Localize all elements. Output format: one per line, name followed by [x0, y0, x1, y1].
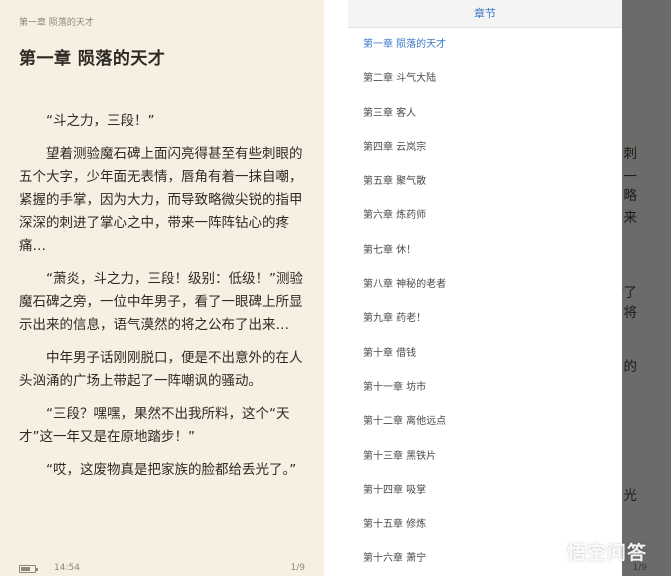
chapter-title: 第一章 陨落的天才	[19, 49, 166, 69]
page-indicator: 1/9	[290, 563, 305, 573]
text-fragment: 的	[623, 359, 638, 375]
text-fragment: 来	[623, 210, 638, 226]
text-fragment: 略	[623, 188, 638, 204]
text-fragment: 将	[623, 305, 638, 321]
chapter-item[interactable]: 第七章 休！	[348, 234, 622, 268]
chapter-item[interactable]: 第十四章 吸掌	[348, 474, 622, 508]
chapter-item[interactable]: 第十三章 黑铁片	[348, 440, 622, 474]
chapter-body: “斗之力，三段！” 望着测验魔石碑上面闪亮得甚至有些刺眼的五个大字，少年面无表情…	[19, 110, 309, 492]
chapter-item[interactable]: 第九章 药老！	[348, 302, 622, 336]
watermark: ◕‿◕ 悟空问答	[536, 538, 648, 564]
paragraph: “哎，这废物真是把家族的脸都给丢光了。”	[46, 462, 297, 478]
chapter-breadcrumb: 第一章 陨落的天才	[19, 18, 94, 28]
chapter-item[interactable]: 第四章 云岚宗	[348, 131, 622, 165]
chapter-item[interactable]: 第六章 炼药师	[348, 199, 622, 233]
reader-page[interactable]: 第一章 陨落的天才 第一章 陨落的天才 “斗之力，三段！” 望着测验魔石碑上面闪…	[0, 0, 324, 576]
chapter-item[interactable]: 第十一章 坊市	[348, 371, 622, 405]
chapter-item[interactable]: 第十章 借钱	[348, 337, 622, 371]
chapter-list-header: 章节	[348, 0, 622, 28]
wukong-logo-icon: ◕‿◕	[536, 538, 564, 564]
chapter-list-drawer: 章节 第一章 陨落的天才 第二章 斗气大陆 第三章 客人 第四章 云岚宗 第五章 聚气散…	[348, 0, 622, 576]
paragraph: “萧炎，斗之力，三段！级别：低级！”测验魔石碑之旁，一位中年男子，看了一眼碑上所…	[19, 271, 303, 333]
page-indicator-dimmed: 1/9	[632, 563, 647, 573]
watermark-text: 悟空问答	[567, 541, 648, 564]
chapter-item[interactable]: 第十二章 离他远点	[348, 405, 622, 439]
battery-icon	[19, 565, 38, 573]
chapter-item[interactable]: 第一章 陨落的天才	[348, 28, 622, 62]
reader-status-bar: 14:54 1/9	[19, 562, 305, 576]
paragraph: 中年男子话刚刚脱口，便是不出意外的在人头汹涌的广场上带起了一阵嘲讽的骚动。	[19, 350, 303, 389]
chapter-item[interactable]: 第五章 聚气散	[348, 165, 622, 199]
chapter-item[interactable]: 第三章 客人	[348, 97, 622, 131]
paragraph: “三段？嘿嘿，果然不出我所料，这个“天才”这一年又是在原地踏步！”	[19, 406, 290, 445]
text-fragment: 刺	[623, 146, 638, 162]
chapter-item[interactable]: 第八章 神秘的老者	[348, 268, 622, 302]
clock-time: 14:54	[54, 563, 80, 573]
text-fragment: 光	[623, 488, 638, 504]
chapter-item[interactable]: 第二章 斗气大陆	[348, 62, 622, 96]
paragraph: 望着测验魔石碑上面闪亮得甚至有些刺眼的五个大字，少年面无表情，唇角有着一抹自嘲，…	[19, 146, 303, 254]
paragraph: “斗之力，三段！”	[46, 113, 155, 129]
chapter-list: 第一章 陨落的天才 第二章 斗气大陆 第三章 客人 第四章 云岚宗 第五章 聚气散 第六章…	[348, 28, 622, 576]
